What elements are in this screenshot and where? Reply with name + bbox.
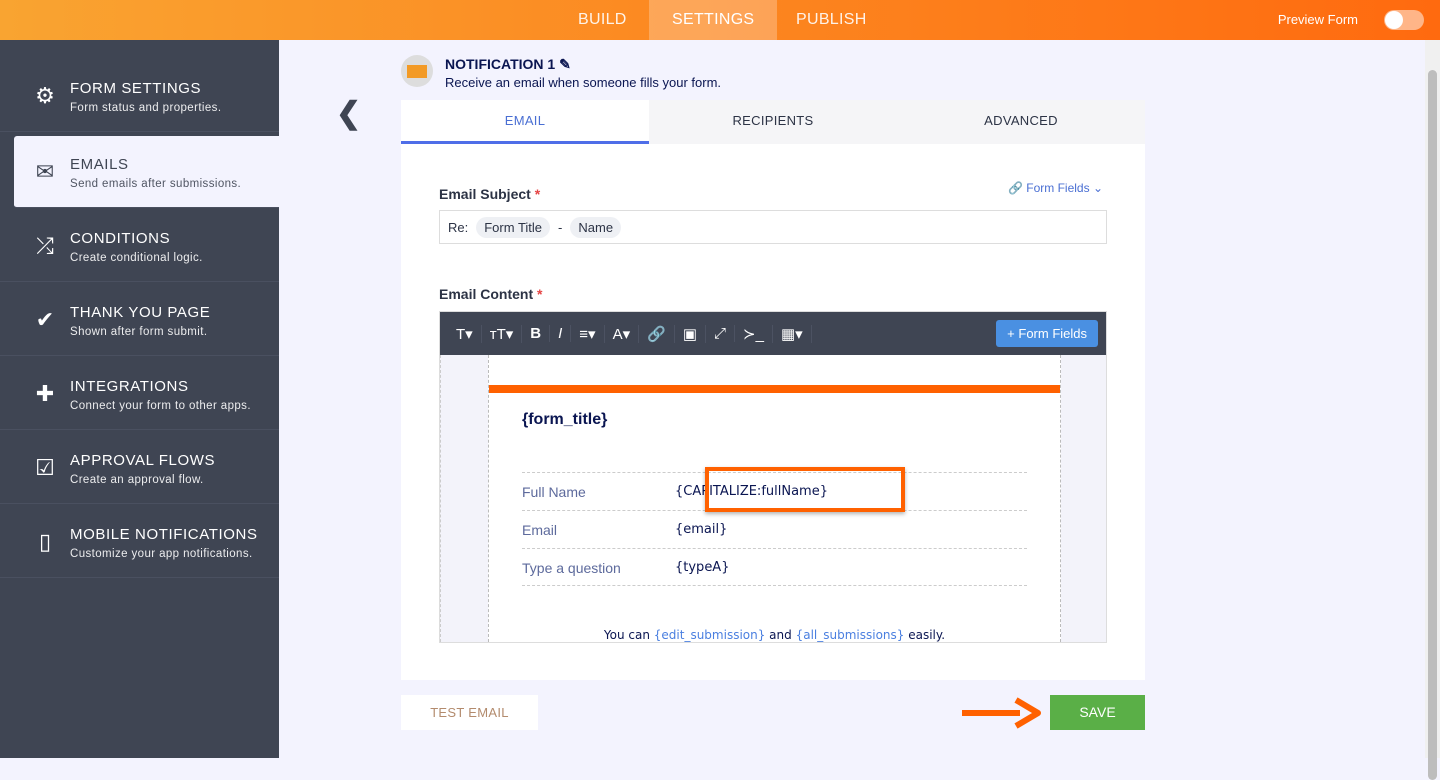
tab-email[interactable]: EMAIL <box>401 100 649 144</box>
tab-build[interactable]: BUILD <box>555 0 650 40</box>
sidebar-item-integrations[interactable]: ✚ INTEGRATIONS Connect your form to other … <box>0 358 279 430</box>
required-marker: * <box>534 186 541 202</box>
row-value: {typeA} <box>675 560 730 575</box>
arrow-annotation-icon <box>962 697 1041 729</box>
font-size-icon[interactable]: ᴛT▾ <box>482 324 523 343</box>
font-family-icon[interactable]: T▾ <box>448 324 482 343</box>
table-row: Type a question {typeA} <box>522 548 1027 586</box>
back-chevron-icon[interactable]: ❮ <box>336 96 361 131</box>
insert-form-fields-button[interactable]: + Form Fields <box>996 320 1098 347</box>
test-email-button[interactable]: TEST EMAIL <box>401 695 538 730</box>
form-fields-dropdown[interactable]: 🔗 Form Fields ⌄ <box>1008 181 1103 195</box>
sidebar-item-desc: Create an approval flow. <box>70 474 204 486</box>
save-button[interactable]: SAVE <box>1050 695 1145 730</box>
all-submissions-tag: {all_submissions} <box>795 628 905 642</box>
sidebar-item-mobile-notifications[interactable]: ▯ MOBILE NOTIFICATIONS Customize your app … <box>0 506 279 578</box>
sidebar-item-form-settings[interactable]: ⚙ FORM SETTINGS Form status and properties… <box>0 60 279 132</box>
row-value: {email} <box>675 522 728 537</box>
sidebar-item-desc: Form status and properties. <box>70 102 222 114</box>
link-icon[interactable]: 🔗 <box>639 324 675 343</box>
email-footer-text: You can {edit_submission} and {all_submi… <box>489 628 1060 642</box>
sidebar-item-title: MOBILE NOTIFICATIONS <box>70 526 258 543</box>
sidebar-item-title: EMAILS <box>70 156 129 173</box>
email-content-editor[interactable]: T▾ ᴛT▾ B I ≡▾ A▾ 🔗 ▣ ⤢ ≻_ ▦▾ + Form Fiel… <box>439 311 1107 643</box>
chevron-down-icon: ⌄ <box>1092 181 1103 195</box>
text-color-icon[interactable]: A▾ <box>605 324 640 343</box>
sidebar-item-title: CONDITIONS <box>70 230 171 247</box>
footer-text: easily. <box>904 628 946 642</box>
top-bar: BUILD SETTINGS PUBLISH Preview Form <box>0 0 1440 40</box>
form-fields-label: Form Fields <box>1026 181 1090 195</box>
email-subject-input[interactable]: Re: Form Title - Name <box>439 210 1107 244</box>
label-text: Email Subject <box>439 186 531 202</box>
form-title-tag: {form_title} <box>522 411 608 428</box>
email-card: EMAIL RECIPIENTS ADVANCED Email Subject … <box>401 100 1145 680</box>
notification-title-text: NOTIFICATION 1 <box>445 56 556 72</box>
footer-text: and <box>765 628 796 642</box>
shuffle-icon: ⤮ <box>36 233 54 258</box>
email-tabs: EMAIL RECIPIENTS ADVANCED <box>401 100 1145 144</box>
sidebar-item-title: INTEGRATIONS <box>70 378 189 395</box>
bold-icon[interactable]: B <box>522 325 551 342</box>
editor-toolbar: T▾ ᴛT▾ B I ≡▾ A▾ 🔗 ▣ ⤢ ≻_ ▦▾ + Form Fiel… <box>440 312 1106 355</box>
tab-publish[interactable]: PUBLISH <box>773 0 890 40</box>
notification-title[interactable]: NOTIFICATION 1 ✎ <box>445 56 571 73</box>
highlight-box <box>705 467 905 512</box>
envelope-icon: ✉ <box>35 159 55 184</box>
sidebar-item-title: THANK YOU PAGE <box>70 304 211 321</box>
editor-body[interactable]: {form_title} Full Name {CAPITALIZE:fullNa… <box>440 355 1106 642</box>
code-icon[interactable]: ≻_ <box>735 324 773 343</box>
sidebar-item-title: APPROVAL FLOWS <box>70 452 216 469</box>
row-label: Type a question <box>522 560 621 576</box>
email-subject-label: Email Subject * <box>439 186 540 202</box>
sidebar-item-thank-you-page[interactable]: ✔ THANK YOU PAGE Shown after form submit. <box>0 284 279 356</box>
subject-prefix: Re: <box>448 219 469 235</box>
italic-icon[interactable]: I <box>550 325 572 342</box>
row-label: Full Name <box>522 484 586 500</box>
notification-envelope-icon <box>401 55 433 87</box>
gear-icon: ⚙ <box>35 83 55 108</box>
preview-form-toggle[interactable] <box>1384 10 1424 30</box>
sidebar-item-emails[interactable]: ✉ EMAILS Send emails after submissions. <box>14 136 279 208</box>
tab-advanced[interactable]: ADVANCED <box>897 100 1145 144</box>
sidebar: ⚙ FORM SETTINGS Form status and properties… <box>0 40 279 758</box>
row-label: Email <box>522 522 558 538</box>
pencil-icon[interactable]: ✎ <box>559 56 571 72</box>
label-text: Email Content <box>439 286 534 302</box>
clipboard-check-icon: ☑ <box>35 455 55 480</box>
subject-chip-name[interactable]: Name <box>570 216 622 238</box>
scrollbar[interactable] <box>1425 40 1440 780</box>
table-icon[interactable]: ▦▾ <box>773 324 812 343</box>
sidebar-item-title: FORM SETTINGS <box>70 80 202 97</box>
sidebar-item-desc: Send emails after submissions. <box>70 178 242 190</box>
table-row: Email {email} <box>522 510 1027 548</box>
sidebar-item-desc: Create conditional logic. <box>70 252 203 264</box>
tab-recipients[interactable]: RECIPIENTS <box>649 100 897 144</box>
required-marker: * <box>537 286 543 302</box>
email-content-label: Email Content * <box>439 286 542 302</box>
sidebar-item-desc: Connect your form to other apps. <box>70 400 251 412</box>
subject-chip-form-title[interactable]: Form Title <box>476 216 551 238</box>
email-template: {form_title} Full Name {CAPITALIZE:fullNa… <box>488 355 1061 642</box>
check-circle-icon: ✔ <box>35 307 55 332</box>
subject-separator: - <box>558 219 563 235</box>
fullscreen-icon[interactable]: ⤢ <box>706 325 736 342</box>
edit-submission-tag: {edit_submission} <box>653 628 766 642</box>
sidebar-item-desc: Customize your app notifications. <box>70 548 253 560</box>
mobile-icon: ▯ <box>38 529 52 554</box>
preview-form-label: Preview Form <box>1277 12 1358 27</box>
footer-text: You can <box>603 628 654 642</box>
puzzle-icon: ✚ <box>35 381 55 406</box>
sidebar-item-approval-flows[interactable]: ☑ APPROVAL FLOWS Create an approval flow. <box>0 432 279 504</box>
tab-settings[interactable]: SETTINGS <box>649 0 778 40</box>
image-icon[interactable]: ▣ <box>675 324 706 343</box>
align-icon[interactable]: ≡▾ <box>571 324 605 343</box>
orange-divider <box>489 385 1060 393</box>
sidebar-item-conditions[interactable]: ⤮ CONDITIONS Create conditional logic. <box>0 210 279 282</box>
link-icon: 🔗 <box>1007 181 1023 195</box>
notification-subtitle: Receive an email when someone fills your… <box>445 75 722 90</box>
sidebar-item-desc: Shown after form submit. <box>70 326 208 338</box>
